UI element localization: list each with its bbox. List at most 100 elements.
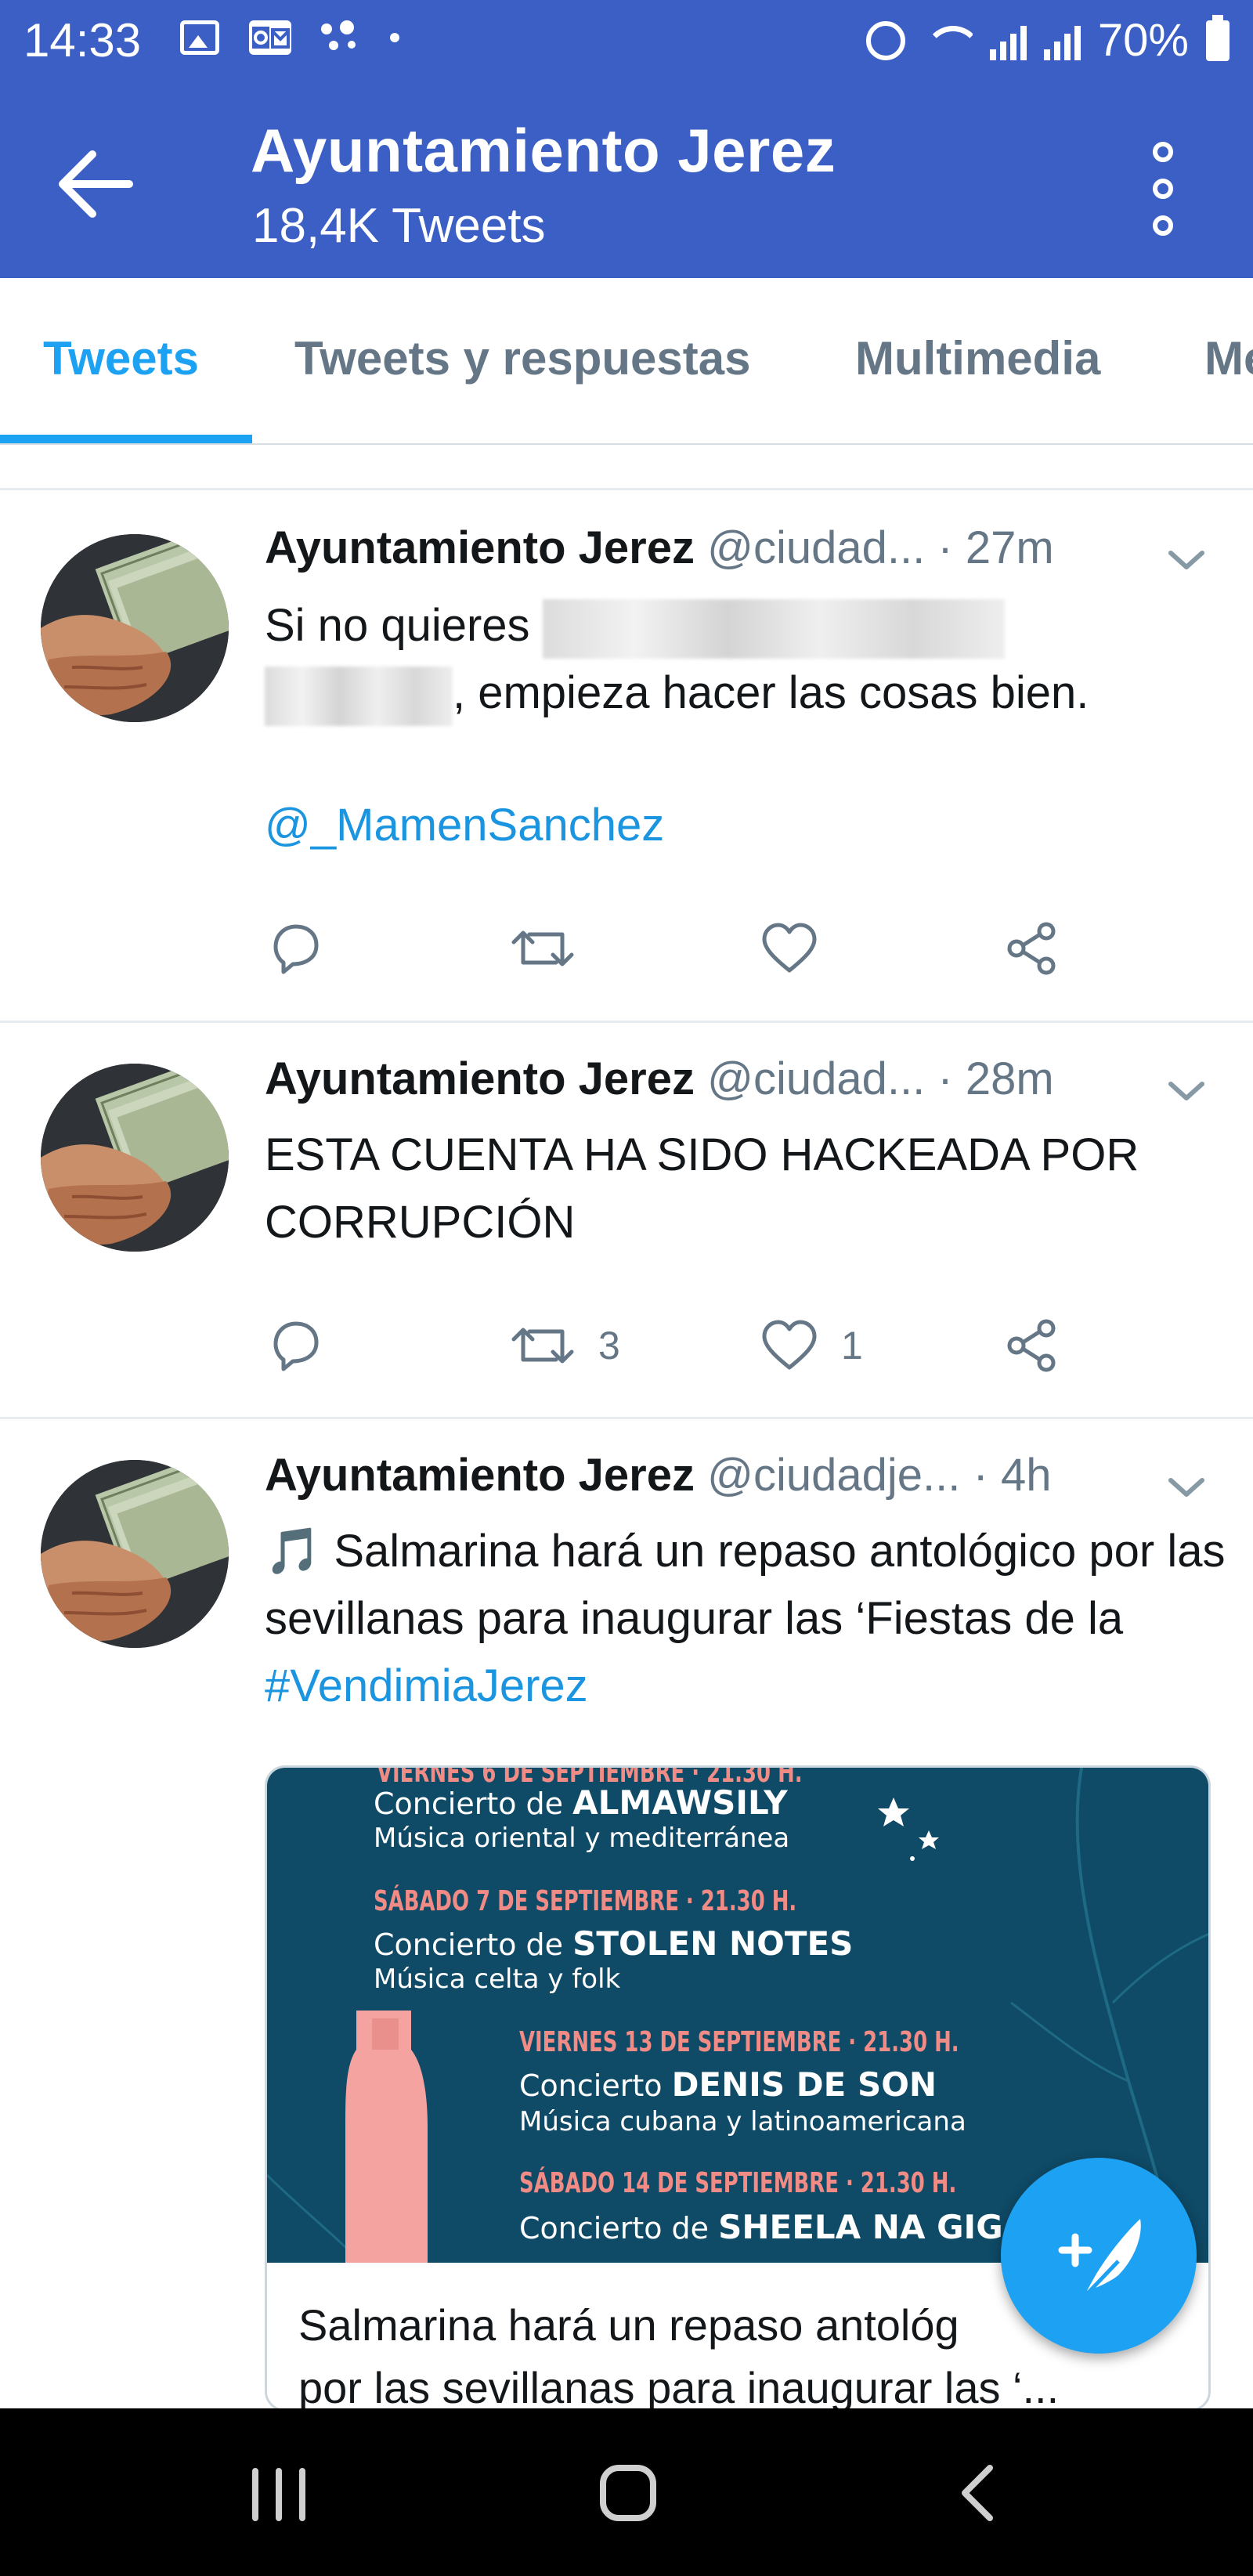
like-button[interactable] (758, 917, 821, 980)
money-hands-image (41, 1460, 229, 1648)
tweet-text-end: , empieza hacer las cosas bien. (453, 667, 1089, 718)
arrow-left-icon (59, 150, 133, 218)
avatar[interactable] (41, 1460, 229, 1648)
tweet[interactable]: Ayuntamiento Jerez @ciudad... · 27m Si n… (0, 490, 1253, 1023)
recent-apps-button[interactable] (232, 2455, 326, 2534)
avatar[interactable] (41, 534, 229, 722)
author-name[interactable]: Ayuntamiento Jerez (265, 1450, 695, 1501)
battery-percent: 70% (1097, 15, 1189, 66)
poster-date: SÁBADO 7 DE SEPTIEMBRE · 21.30 H. (374, 1885, 797, 1917)
signal-icon (989, 21, 1027, 60)
retweet-icon (511, 1328, 574, 1364)
assistant-dots-icon (321, 20, 360, 55)
recent-apps-icon (252, 2468, 305, 2521)
tweet-header: Ayuntamiento Jerez @ciudadje... · 4h (265, 1449, 1051, 1502)
tab-tweets-replies[interactable]: Tweets y respuestas (294, 331, 751, 385)
image-icon (180, 20, 219, 55)
poster-genre: Música cubana y latinoamericana (519, 2106, 966, 2137)
blurred-text (265, 666, 453, 726)
poster-date: SÁBADO 14 DE SEPTIEMBRE · 21.30 H. (519, 2167, 957, 2199)
compose-feather-icon (1058, 2219, 1141, 2297)
reply-icon (273, 1321, 319, 1371)
tweet-text-start: Si no quieres (265, 600, 530, 651)
tab-likes[interactable]: Me (1204, 331, 1253, 385)
money-hands-image (41, 534, 229, 722)
tweet-time[interactable]: · 28m (937, 1053, 1053, 1104)
poster-concert: Concierto de ALMAWSILY (374, 1783, 788, 1822)
tweet-text: 🎵 Salmarina hará un repaso antológico po… (265, 1518, 1228, 1720)
system-nav-bar (0, 2408, 1253, 2576)
tweet-text: Si no quieres , empieza hacer las cosas … (265, 592, 1228, 727)
retweet-button[interactable]: 3 (507, 1314, 620, 1377)
poster-genre: Música celta y folk (374, 1964, 621, 1995)
share-icon (1007, 922, 1056, 975)
compose-tweet-button[interactable] (1001, 2158, 1197, 2354)
chevron-left-icon (962, 2465, 993, 2521)
profile-header: Ayuntamiento Jerez 18,4K Tweets (0, 82, 1253, 278)
page-title: Ayuntamiento Jerez (251, 116, 836, 185)
poster-concert: Concierto DENIS DE SON (519, 2065, 937, 2104)
wifi-icon (923, 21, 973, 60)
back-button[interactable] (55, 145, 141, 223)
active-tab-indicator (0, 435, 252, 443)
tweet[interactable]: Ayuntamiento Jerez @ciudad... · 28m ESTA… (0, 1023, 1253, 1419)
retweet-button[interactable] (507, 917, 578, 980)
tab-tweets[interactable]: Tweets (43, 331, 199, 385)
outlook-icon (249, 20, 291, 55)
profile-tabs: Tweets Tweets y respuestas Multimedia Me (0, 278, 1253, 445)
author-handle[interactable]: @ciudad... (707, 1053, 925, 1104)
chevron-down-icon[interactable] (1163, 1472, 1210, 1504)
tweet-time[interactable]: · 4h (973, 1450, 1052, 1501)
author-handle[interactable]: @ciudad... (707, 522, 925, 573)
home-icon (600, 2465, 656, 2521)
previous-tweet-edge (0, 445, 1253, 490)
heart-icon (762, 1320, 817, 1370)
like-button[interactable]: 1 (758, 1314, 863, 1377)
retweet-count: 3 (598, 1324, 620, 1367)
kebab-dot-icon (1153, 142, 1173, 162)
status-time: 14:33 (23, 14, 142, 67)
alarm-icon (865, 21, 905, 60)
battery-icon (1206, 15, 1230, 61)
hashtag-link[interactable]: #VendimiaJerez (265, 1660, 588, 1711)
music-note-icon: 🎵 (265, 1526, 322, 1577)
reply-button[interactable] (265, 1314, 327, 1377)
tweet-header: Ayuntamiento Jerez @ciudad... · 28m (265, 1053, 1054, 1106)
poster-genre: Música oriental y mediterránea (374, 1823, 790, 1854)
kebab-dot-icon (1153, 179, 1173, 199)
author-handle[interactable]: @ciudadje... (707, 1450, 960, 1501)
money-hands-image (41, 1064, 229, 1252)
heart-icon (762, 923, 817, 973)
tweet-actions: 3 1 (265, 1314, 1204, 1377)
tweet-time[interactable]: · 27m (937, 522, 1053, 573)
retweet-icon (511, 930, 574, 966)
more-options-button[interactable] (1143, 142, 1183, 236)
like-count: 1 (841, 1324, 863, 1367)
share-button[interactable] (1001, 917, 1063, 980)
tweet-count: 18,4K Tweets (252, 199, 546, 253)
chevron-down-icon[interactable] (1163, 1076, 1210, 1107)
kebab-dot-icon (1153, 215, 1173, 236)
signal-icon (1043, 21, 1081, 60)
dot-icon (390, 33, 399, 42)
tab-media[interactable]: Multimedia (855, 331, 1100, 385)
tweet-header: Ayuntamiento Jerez @ciudad... · 27m (265, 522, 1054, 575)
poster-concert: Concierto de STOLEN NOTES (374, 1924, 854, 1963)
share-button[interactable] (1001, 1314, 1063, 1377)
home-button[interactable] (581, 2455, 675, 2534)
reply-button[interactable] (265, 917, 327, 980)
author-name[interactable]: Ayuntamiento Jerez (265, 1053, 695, 1104)
tweet-actions (265, 917, 1204, 980)
author-name[interactable]: Ayuntamiento Jerez (265, 522, 695, 573)
reply-icon (273, 924, 319, 974)
chevron-down-icon[interactable] (1163, 545, 1210, 576)
poster-concert: Concierto de SHEELA NA GIG (519, 2208, 1003, 2246)
poster-date: VIERNES 13 DE SEPTIEMBRE · 21.30 H. (519, 2026, 959, 2058)
status-bar: 14:33 70% (0, 0, 1253, 82)
tweet-text: ESTA CUENTA HA SIDO HACKEADA POR CORRUPC… (265, 1129, 1139, 1248)
share-icon (1007, 1319, 1056, 1372)
tweet-text-body: Salmarina hará un repaso antológico por … (265, 1526, 1226, 1644)
mention-link[interactable]: @_MamenSanchez (265, 792, 1228, 859)
avatar[interactable] (41, 1064, 229, 1252)
back-nav-button[interactable] (933, 2455, 1027, 2534)
